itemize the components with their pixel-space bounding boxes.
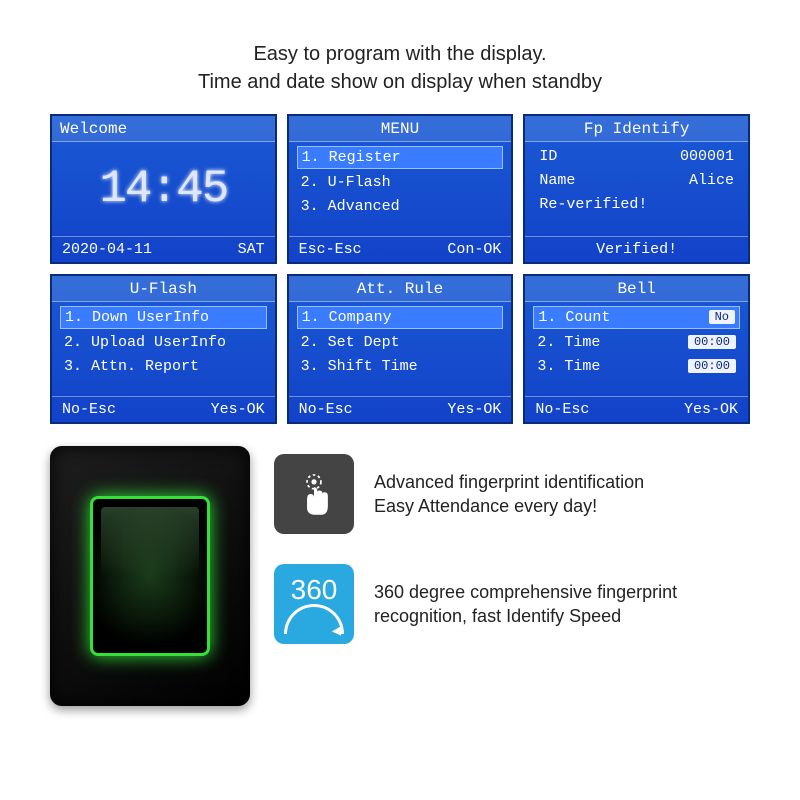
fp-name-row: Name Alice	[533, 170, 740, 191]
bell-item-count[interactable]: 1. Count No	[533, 306, 740, 329]
screen-bell: Bell 1. Count No 2. Time 00:00 3. Time 0…	[523, 274, 750, 424]
welcome-weekday: SAT	[238, 241, 265, 258]
menu-title: MENU	[289, 116, 512, 142]
uflash-ok[interactable]: Yes-OK	[211, 401, 265, 418]
screen-uflash: U-Flash 1. Down UserInfo 2. Upload UserI…	[50, 274, 277, 424]
bell-item-time1[interactable]: 2. Time 00:00	[533, 332, 740, 353]
fp-id-value: 000001	[680, 148, 734, 165]
bell-time1-label: 2. Time	[537, 334, 600, 351]
uflash-body: 1. Down UserInfo 2. Upload UserInfo 3. A…	[52, 302, 275, 396]
bell-ok[interactable]: Yes-OK	[684, 401, 738, 418]
attrule-ok[interactable]: Yes-OK	[447, 401, 501, 418]
fp-name-label: Name	[539, 172, 575, 189]
fp-id-label: ID	[539, 148, 557, 165]
bell-body: 1. Count No 2. Time 00:00 3. Time 00:00	[525, 302, 748, 396]
attrule-item-setdept[interactable]: 2. Set Dept	[297, 332, 504, 353]
welcome-title: Welcome	[52, 116, 275, 142]
feature-360: 360 360 degree comprehensive fingerprint…	[274, 564, 750, 644]
fp-verified: Verified!	[596, 241, 677, 258]
attrule-company-label: 1. Company	[302, 309, 392, 326]
feature-touch-line1: Advanced fingerprint identification	[374, 470, 644, 494]
finger-touch-icon	[288, 468, 340, 520]
fp-body: ID 000001 Name Alice Re-verified!	[525, 142, 748, 236]
welcome-time: 14:45	[60, 163, 267, 215]
menu-footer: Esc-Esc Con-OK	[289, 236, 512, 262]
sensor-glare	[101, 507, 199, 577]
screen-fp-identify: Fp Identify ID 000001 Name Alice Re-veri…	[523, 114, 750, 264]
menu-ok[interactable]: Con-OK	[447, 241, 501, 258]
screen-attrule: Att. Rule 1. Company 2. Set Dept 3. Shif…	[287, 274, 514, 424]
uflash-footer: No-Esc Yes-OK	[52, 396, 275, 422]
bell-title: Bell	[525, 276, 748, 302]
bell-footer: No-Esc Yes-OK	[525, 396, 748, 422]
bell-esc[interactable]: No-Esc	[535, 401, 589, 418]
attrule-footer: No-Esc Yes-OK	[289, 396, 512, 422]
bell-time1-value[interactable]: 00:00	[688, 335, 736, 349]
uflash-item-down[interactable]: 1. Down UserInfo	[60, 306, 267, 329]
menu-body: 1. Register 2. U-Flash 3. Advanced	[289, 142, 512, 236]
attrule-item-company[interactable]: 1. Company	[297, 306, 504, 329]
bell-count-label: 1. Count	[538, 309, 610, 326]
welcome-body: 14:45	[52, 142, 275, 236]
bell-time2-label: 3. Time	[537, 358, 600, 375]
welcome-date: 2020-04-11	[62, 241, 152, 258]
screen-menu: MENU 1. Register 2. U-Flash 3. Advanced …	[287, 114, 514, 264]
uflash-title: U-Flash	[52, 276, 275, 302]
uflash-item-report[interactable]: 3. Attn. Report	[60, 356, 267, 377]
menu-item-advanced[interactable]: 3. Advanced	[297, 196, 504, 217]
attrule-body: 1. Company 2. Set Dept 3. Shift Time	[289, 302, 512, 396]
curved-arrow-icon	[284, 604, 344, 634]
bell-count-value[interactable]: No	[709, 310, 735, 324]
attrule-item-shift[interactable]: 3. Shift Time	[297, 356, 504, 377]
rotate-360-icon: 360	[274, 564, 354, 644]
feature-360-text: 360 degree comprehensive fingerprint rec…	[374, 580, 677, 629]
fp-title: Fp Identify	[525, 116, 748, 142]
header-line1: Easy to program with the display.	[50, 40, 750, 68]
attrule-title: Att. Rule	[289, 276, 512, 302]
welcome-footer: 2020-04-11 SAT	[52, 236, 275, 262]
features-list: Advanced fingerprint identification Easy…	[274, 446, 750, 644]
uflash-esc[interactable]: No-Esc	[62, 401, 116, 418]
feature-360-line1: 360 degree comprehensive fingerprint	[374, 580, 677, 604]
bell-time2-value[interactable]: 00:00	[688, 359, 736, 373]
bottom-section: Advanced fingerprint identification Easy…	[50, 446, 750, 706]
feature-touch-line2: Easy Attendance every day!	[374, 494, 644, 518]
fp-reverified: Re-verified!	[533, 194, 740, 215]
menu-item-uflash[interactable]: 2. U-Flash	[297, 172, 504, 193]
menu-esc[interactable]: Esc-Esc	[299, 241, 362, 258]
header-line2: Time and date show on display when stand…	[50, 68, 750, 96]
bell-item-time2[interactable]: 3. Time 00:00	[533, 356, 740, 377]
menu-item-register[interactable]: 1. Register	[297, 146, 504, 169]
header-caption: Easy to program with the display. Time a…	[50, 40, 750, 96]
feature-touch-text: Advanced fingerprint identification Easy…	[374, 470, 644, 519]
fingerprint-scanner	[50, 446, 250, 706]
feature-360-line2: recognition, fast Identify Speed	[374, 604, 677, 628]
fingerprint-sensor	[90, 496, 210, 656]
screens-grid: Welcome 14:45 2020-04-11 SAT MENU 1. Reg…	[50, 114, 750, 424]
feature-touch: Advanced fingerprint identification Easy…	[274, 454, 750, 534]
badge-360: 360	[291, 574, 338, 606]
uflash-item-upload[interactable]: 2. Upload UserInfo	[60, 332, 267, 353]
touch-icon	[274, 454, 354, 534]
fp-id-row: ID 000001	[533, 146, 740, 167]
screen-welcome: Welcome 14:45 2020-04-11 SAT	[50, 114, 277, 264]
fp-footer: Verified!	[525, 236, 748, 262]
attrule-esc[interactable]: No-Esc	[299, 401, 353, 418]
fp-name-value: Alice	[689, 172, 734, 189]
